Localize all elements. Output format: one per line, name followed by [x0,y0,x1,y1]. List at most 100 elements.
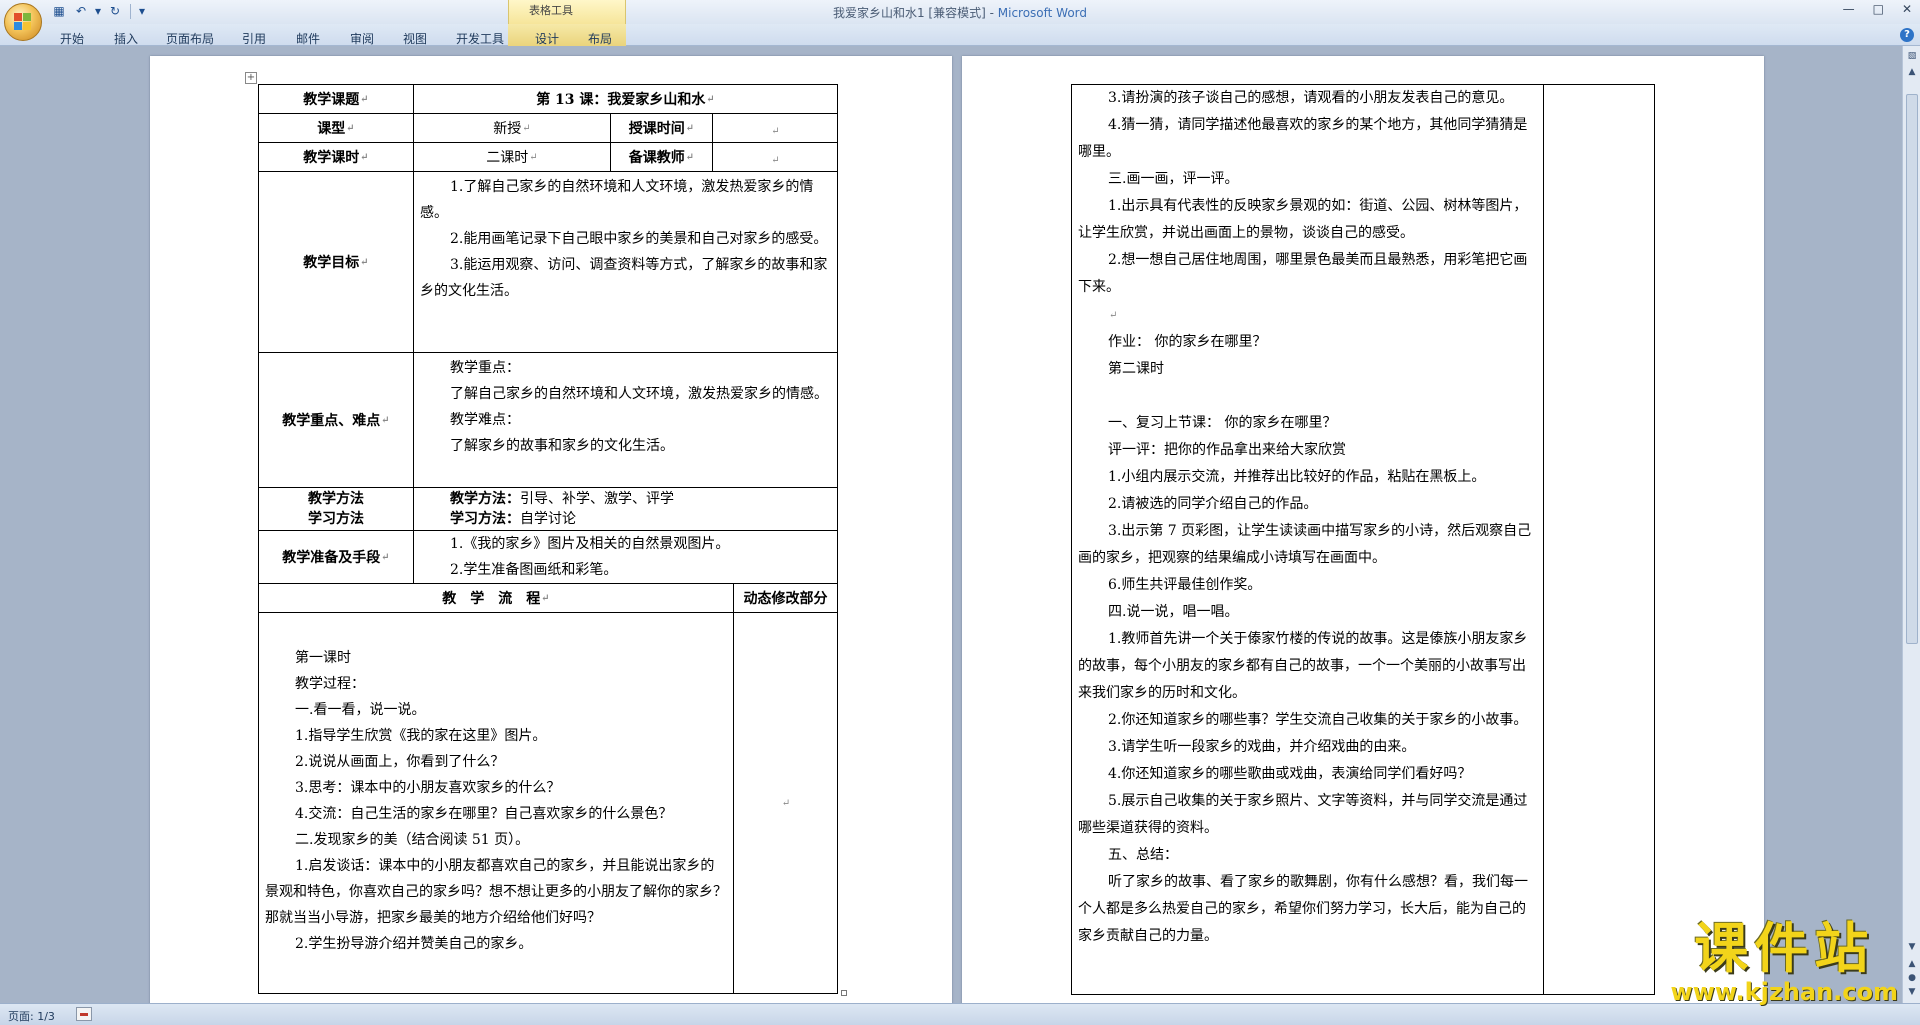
prep-label-cell: 教学准备及手段 ↵ [258,530,414,584]
flow-paragraph: 第二课时 [1108,361,1164,377]
flow-paragraph: 作业： 你的家乡在哪里？ [1108,334,1267,350]
scrollbar-thumb[interactable] [1906,94,1918,644]
flow-paragraph: 四.说一说，唱一唱。 [1108,604,1239,620]
table-move-handle-icon[interactable]: + [245,72,257,84]
title-value: 第 13 课：我爱家乡山和水 [536,92,706,108]
goal-item: 3.能运用观察、访问、调查资料等方式，了解家乡的故事和家乡的文化生活。 [420,257,828,299]
flow-paragraph: 一、复习上节课： 你的家乡在哪里？ [1108,415,1337,431]
maximize-icon[interactable]: □ [1873,2,1884,16]
window-controls: — □ ✕ [1843,2,1912,16]
method-label-2: 学习方法 [308,511,364,527]
teacher-label: 备课教师 [628,150,685,166]
flow-label: 教 学 流 程 [442,591,541,607]
flow-paragraph: 评一评：把你的作品拿出来给大家欣赏 [1108,442,1346,458]
tab-developer[interactable]: 开发工具 [456,30,504,47]
next-page-icon[interactable]: ▼ [1906,986,1918,998]
office-logo-icon [14,13,32,31]
method-1-key: 教学方法： [450,491,520,507]
method-cell[interactable]: 教学方法：引导、补学、激学、评学 学习方法：自学讨论 [413,487,838,531]
type-value-cell: 新授 ↵ [413,113,611,143]
goals-label: 教学目标 [303,255,360,271]
method-2-value: 自学讨论 [520,511,576,527]
type-label: 课型 [317,121,346,137]
method-line-2: 学习方法：自学讨论 [450,509,831,529]
goal-item: 1.了解自己家乡的自然环境和人文环境，激发热爱家乡的情感。 [420,179,814,221]
time-label: 授课时间 [628,121,685,137]
ruler-toggle-icon[interactable]: ▧ [1906,50,1918,62]
minimize-icon[interactable]: — [1843,2,1855,16]
flow-item: 4.交流：自己生活的家乡在哪里？自己喜欢家乡的什么景色？ [295,806,673,822]
flow-item: 教学过程： [295,676,365,692]
close-icon[interactable]: ✕ [1902,2,1912,16]
goals-label-cell: 教学目标 ↵ [258,171,414,353]
page-left: + 教学课题 ↵ 第 13 课：我爱家乡山和水 ↵ 课型 ↵ 新授 ↵ 授课时间 ↵ ↵ … [150,56,952,1003]
tab-review[interactable]: 审阅 [350,30,374,47]
teacher-value-cell[interactable]: ↵ [712,142,838,172]
flow-item: 1.指导学生欣赏《我的家在这里》图片。 [295,728,547,744]
tab-layout[interactable]: 布局 [588,30,612,47]
help-icon[interactable]: ? [1900,28,1914,42]
keypoints-label-cell: 教学重点、难点 ↵ [258,352,414,488]
flow-paragraph: 3.请扮演的孩子谈自己的感想，请观看的小朋友发表自己的意见。 [1108,90,1514,106]
previous-page-icon[interactable]: ▲ [1906,958,1918,970]
vertical-scrollbar[interactable]: ▧ ▲ ▼ ▲ ● ▼ [1902,46,1920,1003]
goal-item: 2.能用画笔记录下自己眼中家乡的美景和自己对家乡的感受。 [450,231,828,247]
flow-paragraph: 2.想一想自己居住地周围，哪里景色最美而且最熟悉，用彩笔把它画下来。 [1078,252,1528,295]
flow-item: 第一课时 [295,650,351,666]
flow-item: 1.启发谈话：课本中的小朋友都喜欢自己的家乡，并且能说出家乡的景观和特色，你喜欢… [265,858,727,926]
flow-cell[interactable]: 第一课时 教学过程： 一.看一看，说一说。 1.指导学生欣赏《我的家在这里》图片… [258,612,734,994]
title-bar: ▦ ↶ ▾ ↻ ▾ 表格工具 我爱家乡山和水1 [兼容模式] - Microso… [0,0,1920,41]
flow-paragraph: 5.展示自己收集的关于家乡照片、文字等资料，并与同学交流是通过哪些渠道获得的资料… [1078,793,1528,836]
select-browse-object-icon[interactable]: ● [1906,972,1918,984]
hours-value-cell: 二课时 ↵ [413,142,611,172]
prep-cell[interactable]: 1.《我的家乡》图片及相关的自然景观图片。 2.学生准备图画纸和彩笔。 [413,530,838,584]
status-bar: 页面: 1/3 [0,1003,1920,1025]
tab-insert[interactable]: 插入 [114,30,138,47]
tab-home[interactable]: 开始 [60,30,84,47]
flow-paragraph: 1.教师首先讲一个关于傣家竹楼的传说的故事。这是傣族小朋友家乡的故事，每个小朋友… [1078,631,1528,701]
time-value-cell[interactable]: ↵ [712,113,838,143]
scroll-up-icon[interactable]: ▲ [1906,66,1918,78]
tab-page-layout[interactable]: 页面布局 [166,30,214,47]
method-label-1: 教学方法 [308,491,364,507]
flow-header-cell: 教 学 流 程 ↵ [258,583,734,613]
page-indicator[interactable]: 页面: 1/3 [8,1008,55,1024]
keypoint-item: 了解家乡的故事和家乡的文化生活。 [450,438,674,454]
continued-flow-cell[interactable]: 3.请扮演的孩子谈自己的感想，请观看的小朋友发表自己的意见。 4.猜一猜，请同学… [1071,84,1544,995]
office-button[interactable] [4,3,42,41]
table-resize-handle[interactable] [841,990,847,996]
type-value: 新授 [493,121,522,137]
tab-design[interactable]: 设计 [535,30,559,47]
dynamic-cell[interactable]: ↵ [733,612,838,994]
ribbon-tab-bar [0,24,1920,46]
type-label-cell: 课型 ↵ [258,113,414,143]
watermark-url: www.kjzhan.com [1670,978,1898,1006]
prep-item: 1.《我的家乡》图片及相关的自然景观图片。 [450,536,730,552]
method-line-1: 教学方法：引导、补学、激学、评学 [450,489,831,509]
proofing-status-icon[interactable] [76,1007,92,1021]
flow-paragraph: 2.请被选的同学介绍自己的作品。 [1108,496,1318,512]
flow-paragraph-empty: ↵ [1109,310,1118,321]
tab-view[interactable]: 视图 [403,30,427,47]
hours-label-cell: 教学课时 ↵ [258,142,414,172]
method-label-cell: 教学方法 学习方法 [258,487,414,531]
title-label-cell: 教学课题 ↵ [258,84,414,114]
tab-references[interactable]: 引用 [242,30,266,47]
flow-paragraph: 2.你还知道家乡的哪些事？学生交流自己收集的关于家乡的小故事。 [1108,712,1528,728]
flow-paragraph: 1.出示具有代表性的反映家乡景观的如：街道、公园、树林等图片，让学生欣赏，并说出… [1078,198,1528,241]
dynamic-revision-cell[interactable] [1543,84,1655,995]
time-label-cell: 授课时间 ↵ [610,113,713,143]
tab-mailings[interactable]: 邮件 [296,30,320,47]
flow-paragraph: 1.小组内展示交流，并推荐出比较好的作品，粘贴在黑板上。 [1108,469,1486,485]
flow-paragraph: 五、总结： [1108,847,1178,863]
goals-cell[interactable]: 1.了解自己家乡的自然环境和人文环境，激发热爱家乡的情感。 2.能用画笔记录下自… [413,171,838,353]
scroll-down-icon[interactable]: ▼ [1906,941,1918,953]
flow-paragraph: 3.请学生听一段家乡的戏曲，并介绍戏曲的由来。 [1108,739,1416,755]
flow-item: 2.说说从画面上，你看到了什么？ [295,754,505,770]
keypoint-item: 教学重点： [450,360,520,376]
dynamic-label: 动态修改部分 [743,591,828,607]
watermark: 课件站 www.kjzhan.com [1670,920,1898,1007]
keypoints-cell[interactable]: 教学重点： 了解自己家乡的自然环境和人文环境，激发热爱家乡的情感。 教学难点： … [413,352,838,488]
prep-label: 教学准备及手段 [282,550,381,566]
flow-item: 2.学生扮导游介绍并赞美自己的家乡。 [295,936,533,952]
